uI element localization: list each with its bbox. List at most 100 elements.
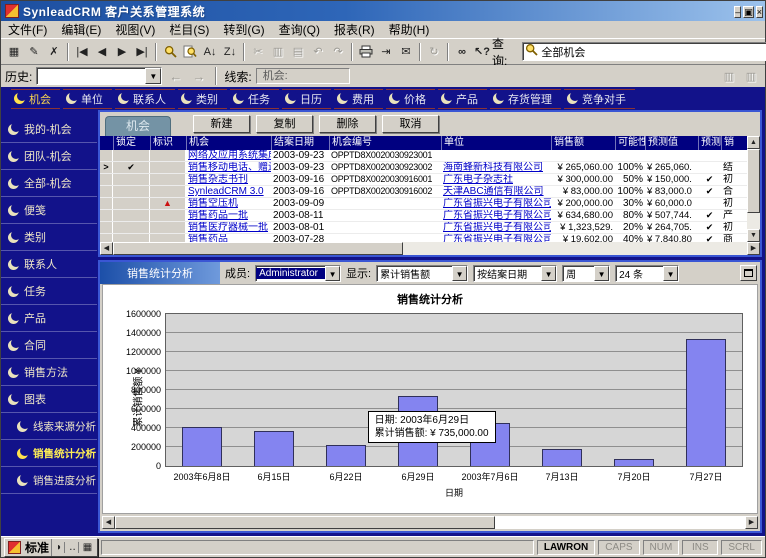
action-button-3[interactable]: 取消 [382,115,439,133]
sidebar-item-合同[interactable]: 合同 [1,332,97,359]
print-icon[interactable] [356,42,376,62]
chart-horizontal-scrollbar[interactable]: ◀ ▶ [102,516,758,529]
ime-keyboard-icon[interactable]: ▦ [81,542,94,553]
period-combobox[interactable]: 周 ▼ [562,265,610,282]
company-link[interactable]: 广东省振兴电子有限公司 [441,210,551,221]
back-icon[interactable]: ← [166,69,185,84]
table-row[interactable]: >✔销售移动电话、赠送2003-09-23OPPTD8X002003092300… [100,162,747,174]
ime-logo-icon[interactable] [8,541,21,554]
tab-类别[interactable]: 类别 [178,89,227,109]
sidebar-item-类别[interactable]: 类别 [1,224,97,251]
find-icon[interactable]: ∞ [452,42,472,62]
ime-toolbar[interactable]: 标准 ◗ ‥ ▦ [4,538,98,557]
sidebar-item-便笺[interactable]: 便笺 [1,197,97,224]
column-header-单位[interactable]: 单位 [441,136,551,150]
column-header-结案日期[interactable]: 结案日期 [271,136,329,150]
scroll-down-icon[interactable]: ▼ [747,229,760,242]
table-row[interactable]: SynleadCRM 3.02003-09-16OPPTD8X002003091… [100,186,747,198]
next-view-icon[interactable]: ▥ [741,66,761,86]
sidebar-item-图表[interactable]: 图表 [1,386,97,413]
new-record-icon[interactable]: ▦ [4,42,24,62]
help-pointer-icon[interactable]: ↖? [472,42,492,62]
forward-icon[interactable]: → [189,69,208,84]
tab-单位[interactable]: 单位 [63,89,112,109]
export-icon[interactable]: ⇥ [376,42,396,62]
history-combobox[interactable]: ▼ [36,67,162,85]
column-header-机会编号[interactable]: 机会编号 [329,136,441,150]
opportunity-link[interactable]: 销售杂志书刊 [186,174,271,185]
query-combobox[interactable]: 全部机会 ▼ [522,42,766,61]
menu-item-2[interactable]: 视图(V) [108,20,162,39]
sidebar-item-联系人[interactable]: 联系人 [1,251,97,278]
group-by-combobox[interactable]: 按结案日期 ▼ [473,265,557,282]
restore-button[interactable]: ▣ [743,6,754,18]
ime-moon-icon[interactable]: ◗ [54,542,65,553]
menu-item-4[interactable]: 转到(G) [216,20,271,39]
query-document-icon[interactable] [180,42,200,62]
opportunity-link[interactable]: 销售药品一批 [186,210,271,221]
tab-费用[interactable]: 费用 [334,89,383,109]
member-combobox[interactable]: Administrator ▼ [255,265,341,282]
ime-punctuation-icon[interactable]: ‥ [67,542,79,553]
sidebar-item-产品[interactable]: 产品 [1,305,97,332]
sidebar-item-我的-机会[interactable]: 我的-机会 [1,116,97,143]
history-dropdown-arrow[interactable]: ▼ [145,68,161,84]
menu-item-6[interactable]: 报表(R) [327,20,382,39]
last-record-icon[interactable]: ▶| [132,42,152,62]
table-row[interactable]: 网络及应用系统集成2003-09-23OPPTD8X0020030923001 [100,150,747,162]
column-header-标识[interactable]: 标识 [150,136,186,150]
scroll-up-icon[interactable]: ▲ [747,136,760,149]
query-icon[interactable] [160,42,180,62]
action-button-2[interactable]: 删除 [319,115,376,133]
column-header-锁定[interactable]: 锁定 [113,136,150,150]
opportunity-link[interactable]: 销售移动电话、赠送 [186,162,271,173]
tab-联系人[interactable]: 联系人 [115,89,175,109]
delete-record-icon[interactable]: ✗ [44,42,64,62]
column-header-机会[interactable]: 机会 [186,136,271,150]
sort-ascending-icon[interactable]: A↓ [200,42,220,62]
previous-view-icon[interactable]: ▥ [719,66,739,86]
tab-机会[interactable]: 机会 [11,89,60,109]
company-link[interactable]: 天津ABC通信有限公司 [441,186,551,197]
table-row[interactable]: 销售药品一批2003-08-11广东省振兴电子有限公司¥ 634,680.008… [100,210,747,222]
menu-item-0[interactable]: 文件(F) [1,20,54,39]
company-link[interactable]: 广东电子杂志社 [441,174,551,185]
column-header-可能性[interactable]: 可能性 [615,136,645,150]
edit-record-icon[interactable]: ✎ [24,42,44,62]
close-button[interactable]: × [756,6,763,18]
scroll-left-icon[interactable]: ◀ [100,242,113,255]
sidebar-item-销售方法[interactable]: 销售方法 [1,359,97,386]
table-row[interactable]: 销售杂志书刊2003-09-16OPPTD8X0020030916001广东电子… [100,174,747,186]
first-record-icon[interactable]: |◀ [72,42,92,62]
column-header-销售额[interactable]: 销售额 [551,136,615,150]
opportunity-link[interactable]: 销售医疗器械一批 [186,222,271,233]
sidebar-item-线索来源分析[interactable]: 线索来源分析 [1,413,97,440]
ime-mode-label[interactable]: 标准 [23,539,52,556]
opportunities-panel-tab[interactable]: 机会 [105,116,171,136]
menu-item-7[interactable]: 帮助(H) [382,20,437,39]
minimize-button[interactable]: – [734,6,741,18]
column-header-预测值[interactable]: 预测值 [645,136,698,150]
column-header-销[interactable]: 销 [721,136,743,150]
sidebar-item-销售统计分析[interactable]: 销售统计分析 [1,440,97,467]
sort-descending-icon[interactable]: Z↓ [220,42,240,62]
next-record-icon[interactable]: ▶ [112,42,132,62]
scroll-left-icon[interactable]: ◀ [102,516,115,529]
menu-item-5[interactable]: 查询(Q) [272,20,327,39]
opportunity-link[interactable]: SynleadCRM 3.0 [186,186,271,197]
menu-item-1[interactable]: 编辑(E) [54,20,108,39]
sidebar-item-任务[interactable]: 任务 [1,278,97,305]
action-button-0[interactable]: 新建 [193,115,250,133]
tab-任务[interactable]: 任务 [230,89,279,109]
action-button-1[interactable]: 复制 [256,115,313,133]
company-link[interactable] [441,150,551,161]
sidebar-item-销售进度分析[interactable]: 销售进度分析 [1,467,97,494]
table-row[interactable]: 销售药品2003-07-28广东省振兴电子有限公司¥ 19,602.0040%¥… [100,234,747,242]
count-combobox[interactable]: 24 条 ▼ [615,265,679,282]
table-row[interactable]: 销售医疗器械一批2003-08-01广东省振兴电子有限公司¥ 1,323,529… [100,222,747,234]
display-combobox[interactable]: 累计销售额 ▼ [376,265,468,282]
opportunity-link[interactable]: 销售空压机 [186,198,271,209]
company-link[interactable]: 广东省振兴电子有限公司 [441,234,551,242]
table-row[interactable]: ▲销售空压机2003-09-09广东省振兴电子有限公司¥ 200,000.003… [100,198,747,210]
company-link[interactable]: 广东省振兴电子有限公司 [441,198,551,209]
